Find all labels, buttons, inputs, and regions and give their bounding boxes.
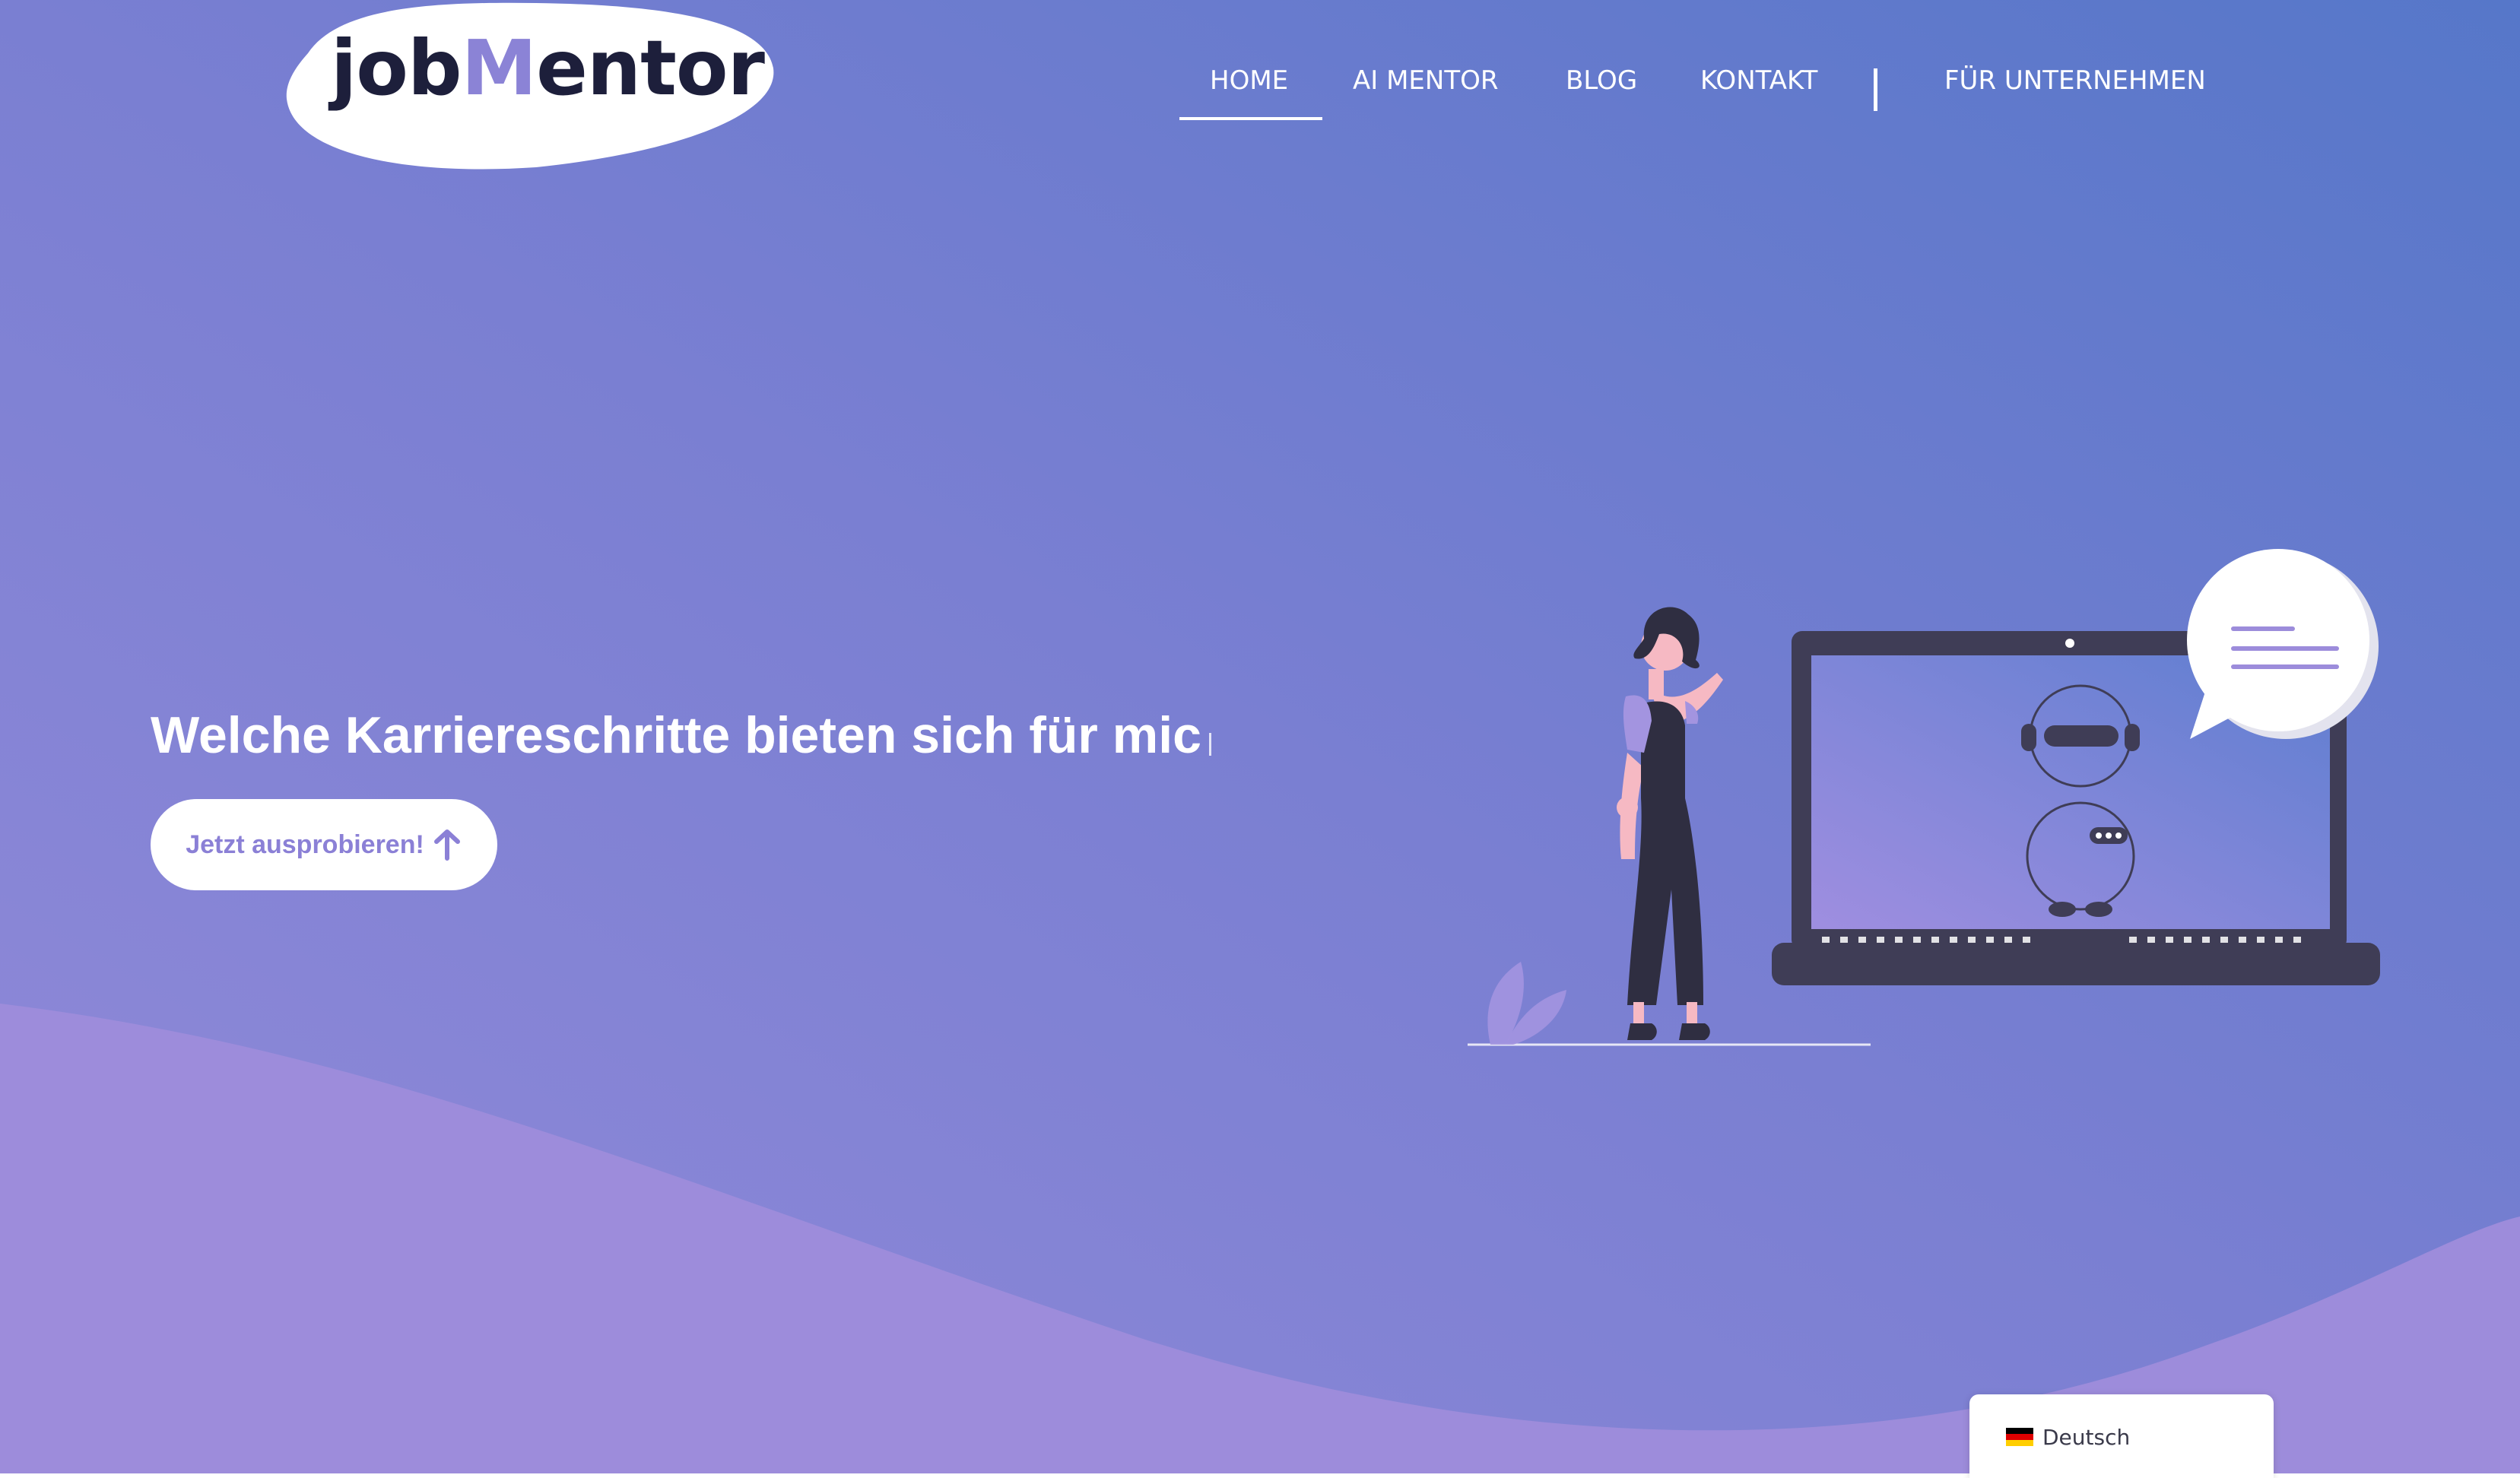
typing-caret xyxy=(1208,733,1211,756)
nav-item-ai-mentor[interactable]: AI MENTOR xyxy=(1353,65,1499,96)
nav-item-fuer-unternehmen[interactable]: FÜR UNTERNEHMEN xyxy=(1944,65,2206,96)
logo-wordmark: jobMentor xyxy=(331,30,765,106)
nav-item-kontakt[interactable]: KONTAKT xyxy=(1700,65,1817,96)
hero-illustration xyxy=(1468,549,2380,1046)
logo-text-prefix: job xyxy=(331,24,462,113)
nav-item-home[interactable]: HOME xyxy=(1210,65,1288,96)
logo-text-suffix: entor xyxy=(536,24,765,113)
language-switcher[interactable]: Deutsch xyxy=(1969,1394,2274,1478)
hero-headline-text: Welche Karriereschritte bieten sich für … xyxy=(151,706,1201,764)
de-flag-icon xyxy=(2006,1428,2033,1446)
language-label: Deutsch xyxy=(2042,1425,2131,1450)
cta-button[interactable]: Jetzt ausprobieren! xyxy=(151,799,497,890)
site-logo[interactable]: jobMentor xyxy=(285,0,779,175)
nav-divider xyxy=(1874,68,1877,111)
nav-active-indicator xyxy=(1179,117,1322,120)
logo-text-accent: M xyxy=(461,24,538,113)
hero-headline: Welche Karriereschritte bieten sich für … xyxy=(151,706,1215,769)
nav-item-blog[interactable]: BLOG xyxy=(1566,65,1637,96)
arrow-up-icon xyxy=(433,829,460,861)
cta-label: Jetzt ausprobieren! xyxy=(186,829,424,859)
